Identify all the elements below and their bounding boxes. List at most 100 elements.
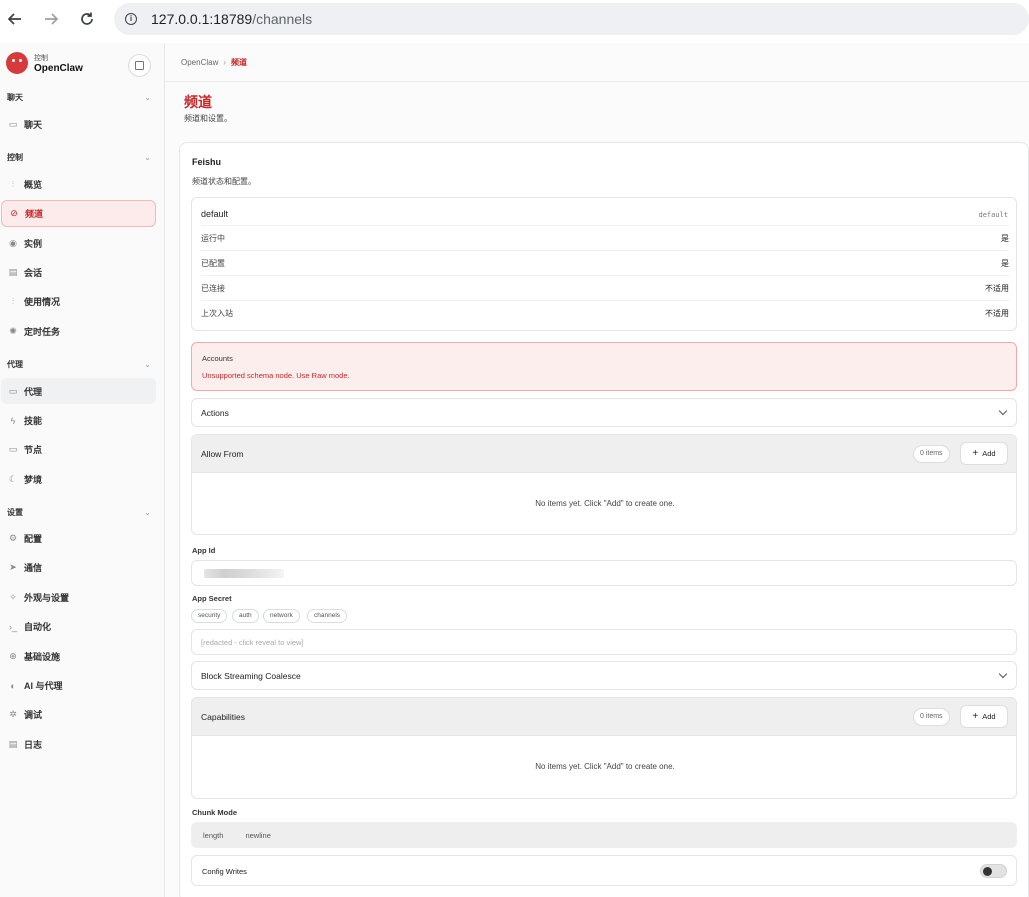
- sidebar-item-ai-agents[interactable]: ◐ AI 与代理: [1, 673, 156, 698]
- monitor-icon: ▭: [8, 444, 18, 454]
- plus-icon: +: [972, 711, 979, 722]
- actions-collapsible[interactable]: Actions: [191, 398, 1017, 427]
- app-secret-label: App Secret: [192, 594, 232, 603]
- group-chat[interactable]: 聊天 ⌄: [7, 90, 157, 104]
- reload-button[interactable]: [76, 8, 98, 30]
- add-allow-from-button[interactable]: + Add: [960, 442, 1008, 465]
- accounts-error: Accounts Unsupported schema node. Use Ra…: [191, 342, 1017, 391]
- sidebar-item-config[interactable]: ⚙ 配置: [1, 526, 156, 551]
- status-value: 是: [1001, 233, 1009, 243]
- app-secret-input[interactable]: [redacted - click reveal to view]: [191, 629, 1017, 655]
- allow-from-header: Allow From 0 items + Add: [192, 435, 1016, 473]
- breadcrumb-separator: ›: [223, 58, 227, 67]
- arrow-right-icon: [45, 13, 59, 25]
- sidebar-item-label: 代理: [24, 386, 43, 397]
- add-label: Add: [982, 449, 996, 458]
- sidebar-item-skills[interactable]: ϟ 技能: [1, 408, 156, 433]
- reload-icon: [81, 12, 93, 25]
- sidebar-item-label: AI 与代理: [24, 681, 63, 691]
- capabilities-title: Capabilities: [201, 712, 245, 722]
- url-host: 127.0.0.1:18789: [151, 11, 253, 27]
- chevron-down-icon: ⌄: [144, 152, 151, 162]
- group-settings[interactable]: 设置 ⌄: [7, 505, 157, 519]
- chevron-down-icon: ⌄: [144, 507, 151, 517]
- bolt-icon: ϟ: [10, 415, 16, 426]
- spinner-icon: ✺: [9, 326, 17, 336]
- group-agent[interactable]: 代理 ⌄: [7, 357, 157, 371]
- chunk-mode-option-length[interactable]: length: [203, 831, 223, 840]
- panel-icon: [135, 61, 144, 70]
- sidebar: 控制 OpenClaw 聊天 ⌄ ▭ 聊天 控制 ⌄ ⫶ 概览 ⊘ 频道 ◉ 实例 ▤ 会话 …: [0, 43, 165, 897]
- breadcrumb-root[interactable]: OpenClaw: [181, 58, 218, 67]
- group-label: 代理: [7, 359, 23, 369]
- status-value: 是: [1001, 258, 1009, 268]
- sidebar-item-usage[interactable]: ⫶ 使用情况: [1, 289, 156, 314]
- sidebar-item-nodes[interactable]: ▭ 节点: [1, 437, 156, 462]
- browser-toolbar: i 127.0.0.1:18789/channels: [0, 0, 1029, 38]
- allow-from-list: Allow From 0 items + Add No items yet. Cl…: [191, 434, 1017, 535]
- sidebar-item-chat[interactable]: ▭ 聊天: [1, 112, 156, 137]
- block-streaming-collapsible[interactable]: Block Streaming Coalesce: [191, 661, 1017, 690]
- sidebar-item-label: 日志: [24, 740, 43, 750]
- sidebar-item-label: 通信: [24, 563, 43, 573]
- sidebar-item-overview[interactable]: ⫶ 概览: [1, 172, 156, 197]
- address-bar[interactable]: i 127.0.0.1:18789/channels: [114, 3, 1029, 35]
- group-control[interactable]: 控制 ⌄: [7, 150, 157, 164]
- sidebar-item-debug[interactable]: ✲ 调试: [1, 702, 156, 727]
- block-streaming-label: Block Streaming Coalesce: [201, 670, 301, 681]
- sidebar-item-instances[interactable]: ◉ 实例: [1, 231, 156, 256]
- send-icon: ➤: [9, 562, 17, 572]
- chunk-mode-segmented: length newline: [191, 822, 1017, 848]
- sidebar-item-channels[interactable]: ⊘ 频道: [1, 200, 156, 227]
- sidebar-item-label: 配置: [24, 534, 43, 544]
- sidebar-item-appearance[interactable]: ✧ 外观与设置: [1, 585, 156, 610]
- account-status: default default 运行中是 已配置是 已连接 不适用 上次入站 不适用: [191, 197, 1017, 331]
- breadcrumb-current: 频道: [231, 58, 248, 67]
- sidebar-item-agents[interactable]: ▭ 代理: [1, 378, 156, 404]
- group-label: 设置: [7, 507, 23, 517]
- forward-button[interactable]: [40, 8, 62, 30]
- chunk-mode-option-newline[interactable]: newline: [245, 831, 270, 840]
- globe-icon: ⊕: [9, 651, 17, 661]
- chevron-down-icon: ⌄: [144, 359, 151, 369]
- sidebar-item-infrastructure[interactable]: ⊕ 基础设施: [1, 644, 156, 669]
- channel-subtitle: 频道状态和配置。: [192, 177, 256, 186]
- toggle-knob: [983, 867, 992, 876]
- site-info-icon[interactable]: i: [125, 13, 137, 25]
- sidebar-item-communication[interactable]: ➤ 通信: [1, 555, 156, 580]
- error-message: Unsupported schema node. Use Raw mode.: [202, 371, 350, 380]
- sidebar-item-label: 定时任务: [24, 327, 61, 337]
- sidebar-item-logs[interactable]: ▤ 日志: [1, 732, 156, 757]
- page-subtitle: 频道和设置。: [184, 114, 232, 123]
- sidebar-item-label: 实例: [24, 239, 43, 249]
- url-text: 127.0.0.1:18789/channels: [151, 11, 312, 27]
- config-writes-toggle[interactable]: [980, 864, 1007, 878]
- sidebar-item-label: 自动化: [24, 622, 52, 632]
- file-icon: ▤: [8, 267, 18, 277]
- status-key: 已连接: [201, 283, 225, 293]
- sidebar-item-cron[interactable]: ✺ 定时任务: [1, 319, 156, 344]
- sidebar-item-dreams[interactable]: ☾ 梦境: [1, 467, 156, 492]
- status-row: 上次入站 不适用: [201, 300, 1009, 325]
- bar-chart-icon: ⫶: [11, 296, 15, 306]
- status-key: 已配置: [201, 258, 225, 268]
- app-id-label: App Id: [192, 546, 216, 555]
- chevron-down-icon: [998, 406, 1008, 415]
- message-icon: ▭: [8, 119, 18, 129]
- status-value: 不适用: [985, 308, 1009, 318]
- sidebar-item-sessions[interactable]: ▤ 会话: [1, 260, 156, 285]
- back-button[interactable]: [4, 8, 26, 30]
- url-path: /channels: [252, 11, 313, 27]
- add-capability-button[interactable]: + Add: [960, 705, 1008, 728]
- sidebar-item-automation[interactable]: ›_ 自动化: [1, 614, 156, 639]
- sidebar-item-label: 概览: [24, 180, 43, 190]
- gear-icon: ⚙: [8, 533, 18, 543]
- allow-from-title: Allow From: [201, 449, 244, 459]
- sidebar-item-label: 频道: [25, 209, 44, 219]
- sidebar-item-label: 使用情况: [24, 297, 61, 307]
- app-id-input[interactable]: [191, 560, 1017, 586]
- actions-label: Actions: [201, 407, 229, 418]
- bar-chart-icon: ⫶: [11, 179, 15, 189]
- brand-name: OpenClaw: [34, 62, 83, 74]
- collapse-sidebar-button[interactable]: [128, 54, 151, 77]
